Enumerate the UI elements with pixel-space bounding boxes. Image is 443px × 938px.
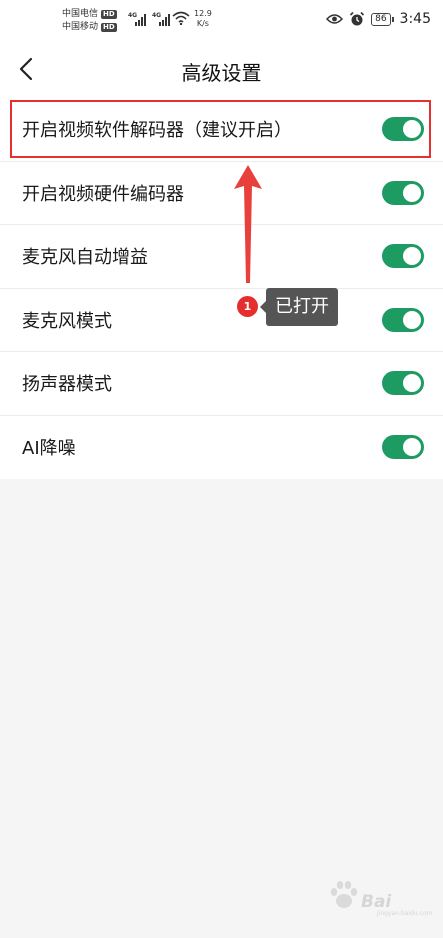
signal-icon: 4G bbox=[152, 12, 170, 26]
signal-icon: 4G bbox=[128, 12, 146, 26]
toggle-knob bbox=[403, 438, 421, 457]
setting-row-ai-noise-reduction: AI降噪 bbox=[0, 416, 443, 480]
toggle-knob bbox=[403, 183, 421, 202]
annotation-number-badge: 1 bbox=[237, 296, 258, 317]
status-bar: 中国电信 HD 中国移动 HD 4G 4G 12.9 K/s 86 3:45 bbox=[0, 0, 443, 42]
toggle-switch[interactable] bbox=[382, 435, 424, 460]
toggle-switch[interactable] bbox=[382, 117, 424, 142]
battery-icon: 86 bbox=[371, 12, 394, 26]
toggle-knob bbox=[403, 247, 421, 266]
setting-row-video-software-decoder: 开启视频软件解码器（建议开启） bbox=[0, 98, 443, 162]
setting-label: 开启视频软件解码器（建议开启） bbox=[22, 120, 292, 142]
toggle-switch[interactable] bbox=[382, 307, 424, 332]
setting-label: 麦克风模式 bbox=[22, 310, 112, 332]
speed-value: 12.9 bbox=[194, 9, 212, 18]
setting-row-video-hardware-encoder: 开启视频硬件编码器 bbox=[0, 162, 443, 225]
speed-unit: K/s bbox=[196, 19, 209, 28]
header: 高级设置 bbox=[0, 42, 443, 98]
toggle-switch[interactable] bbox=[382, 371, 424, 396]
setting-row-mic-auto-gain: 麦克风自动增益 bbox=[0, 225, 443, 289]
page-title: 高级设置 bbox=[181, 61, 262, 85]
toggle-switch[interactable] bbox=[382, 180, 424, 205]
carrier-info: 中国电信 HD 中国移动 HD bbox=[62, 8, 117, 34]
toggle-knob bbox=[403, 310, 421, 329]
right-status: 86 3:45 bbox=[326, 11, 431, 27]
eye-icon bbox=[326, 14, 344, 24]
setting-row-speaker-mode: 扬声器模式 bbox=[0, 352, 443, 416]
network-speed: 12.9 K/s bbox=[194, 9, 212, 29]
toggle-knob bbox=[403, 374, 421, 393]
watermark: Bai jingyan.baidu.com bbox=[327, 874, 432, 918]
hd-badge: HD bbox=[101, 23, 117, 32]
setting-label: 开启视频硬件编码器 bbox=[22, 183, 184, 205]
annotation-tooltip: 已打开 bbox=[260, 288, 338, 326]
toggle-switch[interactable] bbox=[382, 244, 424, 269]
carrier-1-label: 中国电信 bbox=[62, 9, 99, 19]
settings-list: 开启视频软件解码器（建议开启） 开启视频硬件编码器 麦克风自动增益 麦克风模式 … bbox=[0, 98, 443, 479]
signal-icons: 4G 4G bbox=[128, 12, 170, 26]
clock: 3:45 bbox=[399, 11, 431, 27]
setting-row-mic-mode: 麦克风模式 bbox=[0, 289, 443, 352]
wifi-icon bbox=[172, 11, 190, 25]
watermark-text: Bai bbox=[361, 892, 392, 912]
hd-badge: HD bbox=[101, 10, 117, 19]
toggle-knob bbox=[403, 120, 421, 139]
setting-label: 麦克风自动增益 bbox=[22, 247, 148, 269]
watermark-subtext: jingyan.baidu.com bbox=[377, 910, 433, 917]
alarm-icon bbox=[350, 11, 365, 26]
setting-label: 扬声器模式 bbox=[22, 374, 112, 396]
paw-icon bbox=[330, 881, 358, 908]
setting-label: AI降噪 bbox=[22, 438, 76, 460]
battery-level: 86 bbox=[371, 12, 391, 26]
carrier-2-label: 中国移动 bbox=[62, 22, 99, 32]
